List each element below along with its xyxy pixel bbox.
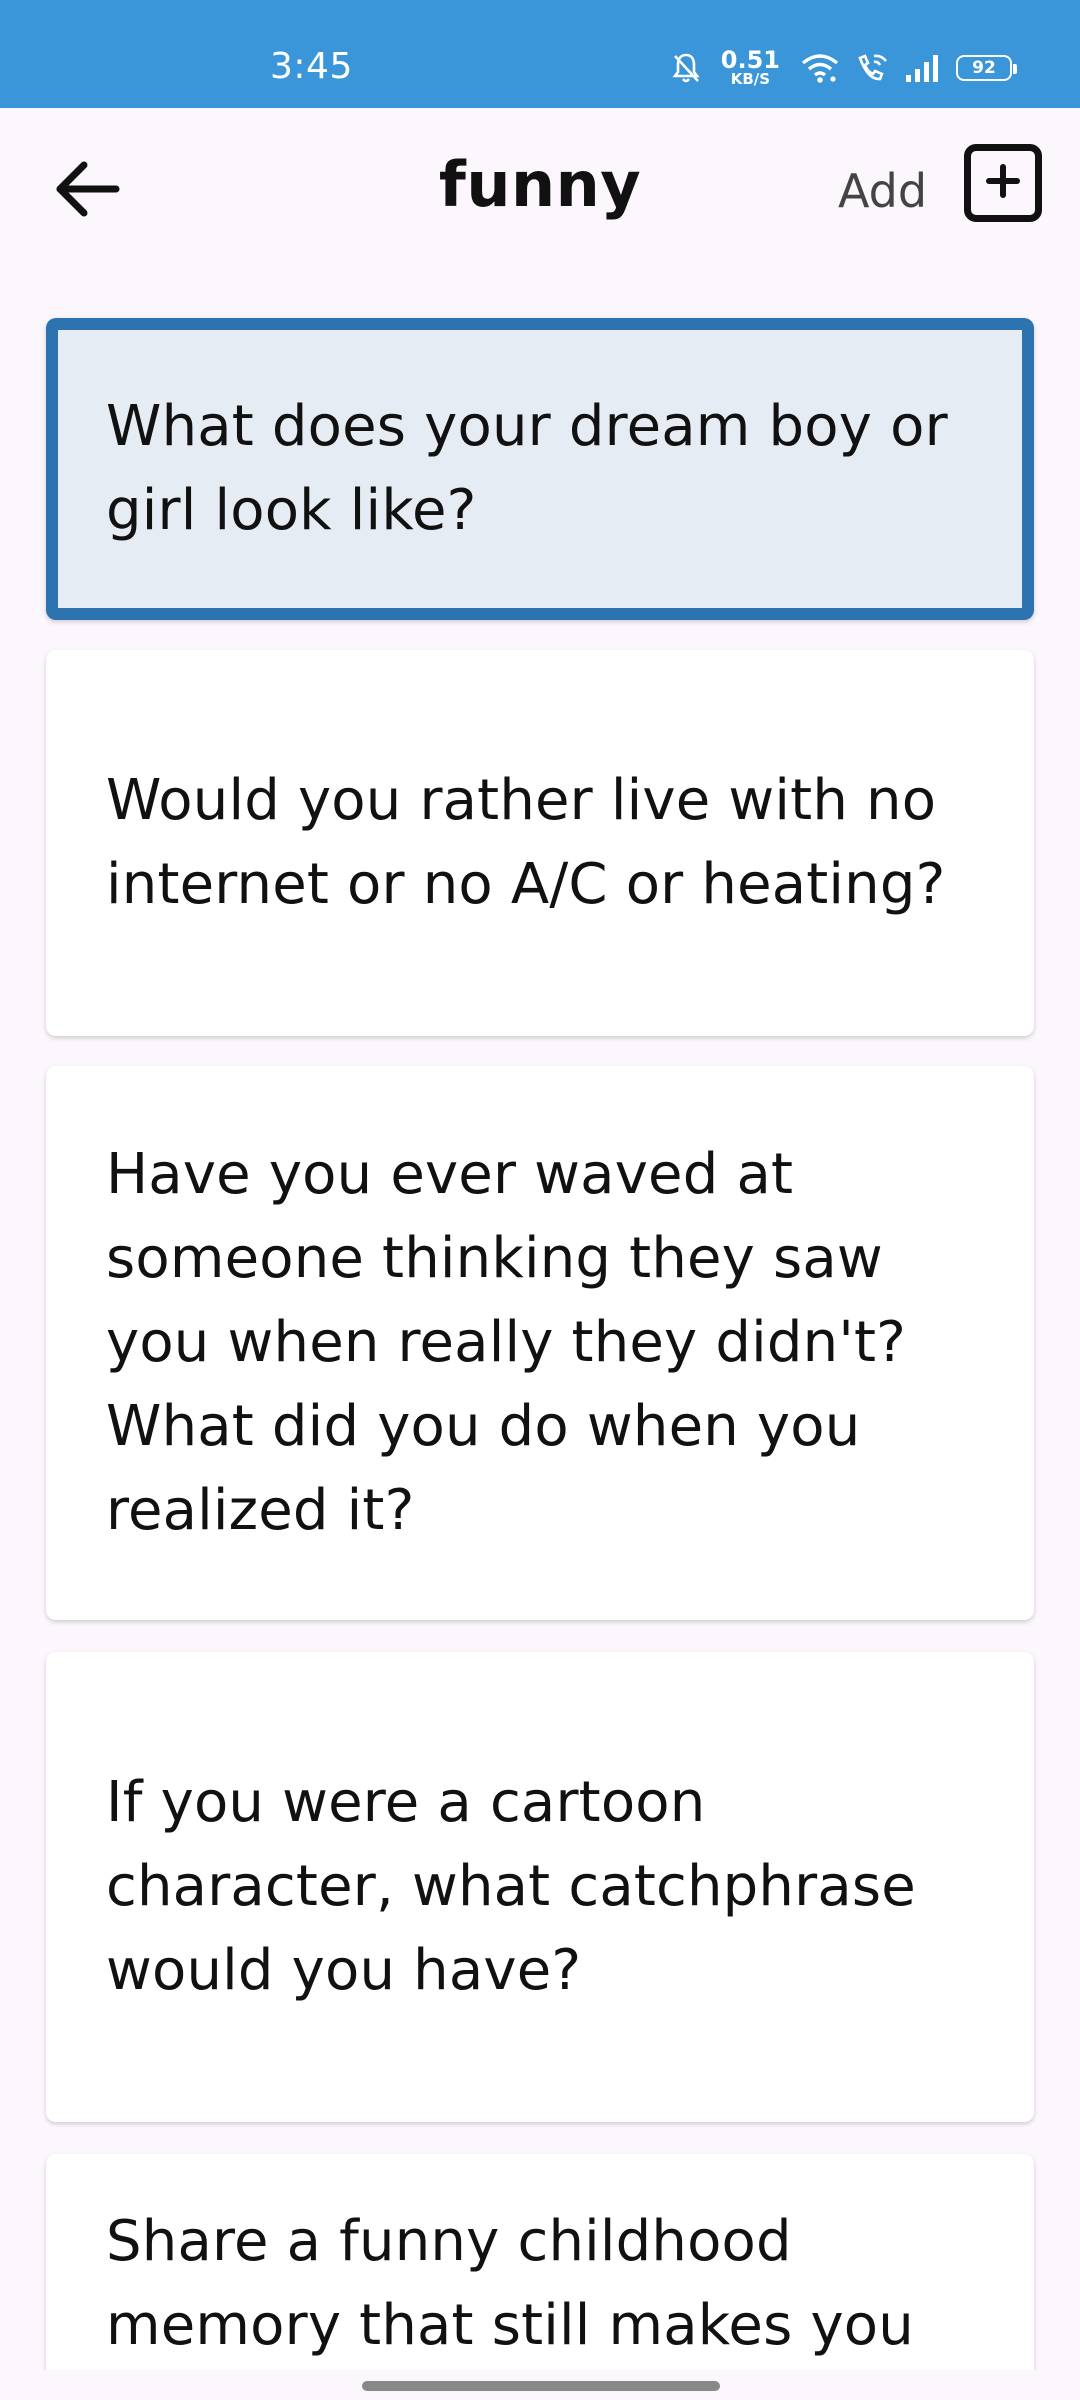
battery-level: 92 (972, 57, 996, 78)
app-bar: funny Add (0, 108, 1080, 268)
network-speed-unit: KB/S (730, 70, 771, 88)
network-speed: 0.51 KB/S (721, 48, 780, 87)
question-text: Would you rather live with no internet o… (106, 768, 946, 917)
home-indicator[interactable] (362, 2381, 720, 2391)
question-card[interactable]: Share a funny childhood memory that stil… (46, 2154, 1034, 2370)
status-bar: 3:45 0.51 KB/S 92 (0, 0, 1080, 108)
question-card[interactable]: Would you rather live with no internet o… (46, 650, 1034, 1036)
bell-off-icon (671, 52, 701, 84)
add-label[interactable]: Add (838, 164, 927, 218)
question-card[interactable]: If you were a cartoon character, what ca… (46, 1652, 1034, 2122)
question-card[interactable]: Have you ever waved at someone thinking … (46, 1066, 1034, 1620)
status-time: 3:45 (270, 46, 353, 87)
wifi-icon (800, 52, 840, 84)
question-text: What does your dream boy or girl look li… (106, 394, 948, 543)
question-text: Have you ever waved at someone thinking … (106, 1142, 907, 1543)
status-icons: 0.51 KB/S 92 (671, 48, 1017, 87)
plus-square-icon (983, 161, 1023, 205)
question-list[interactable]: What does your dream boy or girl look li… (0, 0, 1080, 2370)
question-text: If you were a cartoon character, what ca… (106, 1770, 916, 2003)
question-card[interactable]: What does your dream boy or girl look li… (46, 318, 1034, 620)
wifi-calling-icon (854, 52, 890, 84)
question-text: Share a funny childhood memory that stil… (106, 2209, 914, 2358)
battery-icon: 92 (956, 54, 1017, 81)
signal-icon (904, 53, 942, 83)
network-speed-value: 0.51 (720, 46, 780, 74)
add-button[interactable] (964, 144, 1042, 222)
